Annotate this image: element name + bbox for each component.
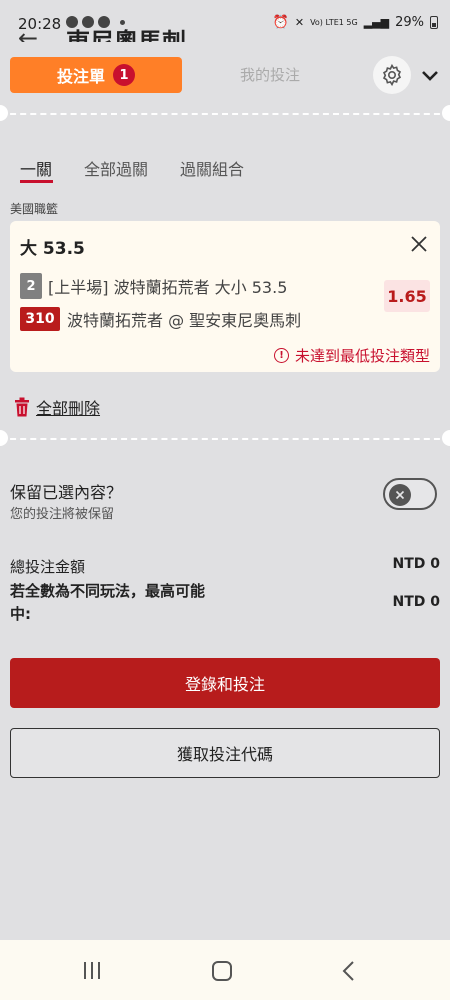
tab-betslip-label: 投注單 [56,67,105,86]
market-text: [上半場] 波特蘭拓荒者 大小 53.5 [48,278,288,297]
selection-card: 大 53.5 2 [上半場] 波特蘭拓荒者 大小 53.5 310 波特蘭拓荒者… [10,221,440,372]
battery-percent: 29% [395,15,424,30]
divider-notch [0,430,8,446]
keep-selections-toggle[interactable] [383,478,437,510]
back-icon[interactable] [341,960,355,986]
chrome-icon [98,16,110,28]
collapse-button[interactable] [418,64,442,88]
status-time: 20:28 [18,15,62,33]
signal-icon: ▂▄▆ [363,16,390,29]
delete-all-button[interactable]: 全部刪除 [14,395,100,419]
betslip-count-badge: 1 [113,64,135,86]
total-stake-value: NTD 0 [392,556,440,572]
tab-parlay-combo[interactable]: 過關組合 [180,156,244,180]
trash-icon [15,397,29,417]
market-row: 2 [上半場] 波特蘭拓荒者 大小 53.5 [20,273,287,299]
selection-title: 大 53.5 [20,239,85,259]
get-bet-code-button[interactable]: 獲取投注代碼 [10,728,440,778]
alarm-icon: ⏰ [272,15,289,30]
divider-notch [0,105,8,121]
cloud-icon [82,16,94,28]
odds-value: 1.65 [384,280,430,312]
match-row: 310 波特蘭拓荒者 @ 聖安東尼奧馬刺 [20,307,301,331]
total-stake-label: 總投注金額 [10,558,86,576]
warning-message: ! 未達到最低投注類型 [273,345,430,366]
login-and-bet-button[interactable]: 登錄和投注 [10,658,440,708]
event-code-tag: 310 [20,307,60,331]
max-win-label: 若全數為不同玩法，最高可能中: [10,582,206,623]
warning-text: 未達到最低投注類型 [294,347,430,365]
status-bar: ← 東尼奧馬刺 20:28 ⏰ ✕ Vo) LTE1 5G ▂▄▆ 29% [0,0,450,42]
gear-icon [382,63,402,87]
tab-singles[interactable]: 一關 [20,156,52,180]
alert-icon: ! [273,348,289,363]
more-notifications-icon [120,19,125,25]
period-tag: 2 [20,273,42,299]
close-icon [395,490,405,500]
tab-my-bets[interactable]: 我的投注 [200,64,340,85]
chevron-down-icon [422,71,438,81]
recent-apps-icon[interactable] [84,962,100,979]
battery-icon [430,16,438,29]
max-win-value: NTD 0 [392,594,440,610]
tab-all-parlay[interactable]: 全部過關 [84,156,148,180]
line-app-icon [66,16,78,28]
active-tab-indicator [20,180,53,183]
divider [0,113,450,115]
divider [0,438,450,440]
network-label: Vo) LTE1 5G [310,18,358,27]
tab-betslip[interactable]: 投注單 1 [10,57,182,93]
match-text: 波特蘭拓荒者 @ 聖安東尼奧馬刺 [67,311,302,330]
system-nav-bar [0,940,450,1000]
remove-selection-button[interactable] [408,233,430,255]
background-page-title: 東尼奧馬刺 [66,28,186,42]
league-label: 美國職籃 [10,202,59,216]
settings-button[interactable] [373,56,411,94]
divider-notch [442,430,450,446]
delete-all-label: 全部刪除 [36,399,101,418]
keep-selections-title: 保留已選內容？ [10,483,123,502]
betslip-header: 投注單 1 我的投注 [0,44,450,106]
close-icon [411,236,427,252]
keep-selections-subtitle: 您的投注將被保留 [10,507,115,522]
mute-icon: ✕ [294,16,305,29]
bet-type-tabs: 一關 全部過關 過關組合 [0,152,450,188]
divider-notch [442,105,450,121]
home-icon[interactable] [212,961,232,981]
toggle-knob [389,484,411,506]
